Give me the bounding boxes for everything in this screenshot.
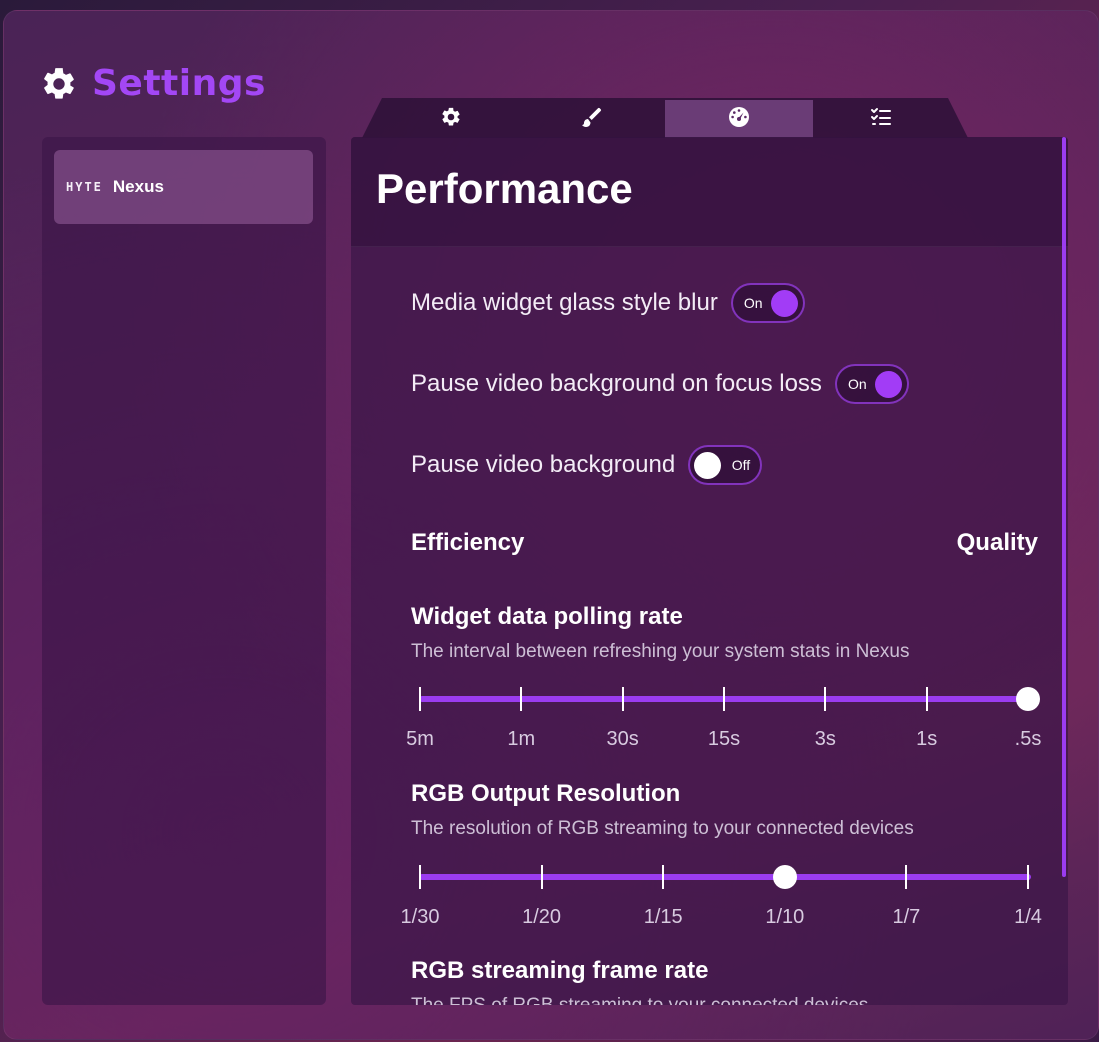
slider-tick-label: 1/4: [1014, 906, 1042, 928]
rgb-framerate-description: The FPS of RGB streaming to your connect…: [411, 995, 868, 1005]
panel-title: Performance: [376, 165, 633, 212]
slider-tick: [1027, 865, 1029, 889]
slider-tick: [621, 687, 624, 711]
toggle-row-pause-video: Pause video background Off: [411, 445, 763, 485]
slider-tick: [540, 865, 543, 889]
toggle-state: On: [743, 295, 763, 311]
slider-tick-label: 1/20: [522, 906, 562, 928]
scrollbar[interactable]: [1062, 137, 1066, 877]
toggle-row-pause-focus: Pause video background on focus loss On: [411, 364, 909, 404]
slider-tick: [723, 687, 725, 711]
hyte-logo: HYTE: [66, 180, 103, 194]
slider-tick-label: 1/15: [643, 906, 683, 928]
slider-track[interactable]: [419, 874, 1031, 880]
polling-rate-description: The interval between refreshing your sys…: [411, 641, 910, 662]
toggle-state: Off: [731, 457, 751, 473]
slider-tick-label: 1s: [916, 728, 938, 750]
checklist-icon: [869, 105, 893, 133]
slider-thumb[interactable]: [772, 865, 797, 889]
slider-tick-label: 1/7: [892, 906, 921, 928]
gear-icon: [440, 106, 462, 132]
tab-bar: [362, 98, 968, 138]
scale-label-quality: Quality: [956, 529, 1038, 556]
rgb-resolution-slider[interactable]: 1/30 1/20 1/15 1/10 1/7 1/4: [401, 863, 1042, 943]
gear-icon: [40, 65, 78, 103]
brush-icon: [579, 105, 603, 133]
performance-panel: Performance Media widget glass style blu…: [351, 137, 1068, 1005]
slider-tick-label: 3s: [814, 728, 836, 750]
toggle-state: On: [847, 376, 867, 392]
rgb-framerate-title: RGB streaming frame rate: [411, 957, 709, 984]
toggle-label: Pause video background on focus loss: [411, 370, 822, 397]
rgb-resolution-title: RGB Output Resolution: [411, 780, 681, 807]
slider-track[interactable]: [419, 696, 1031, 702]
slider-tick-label: 15s: [707, 728, 741, 750]
glass-blur-toggle[interactable]: On: [730, 283, 805, 323]
polling-rate-title: Widget data polling rate: [411, 603, 683, 630]
slider-tick-label: 30s: [606, 728, 639, 750]
toggle-knob: [694, 452, 722, 479]
pause-on-focus-loss-toggle[interactable]: On: [834, 364, 909, 404]
slider-tick: [662, 865, 665, 889]
slider-tick-label: 1/10: [765, 906, 805, 928]
slider-tick: [419, 865, 421, 889]
slider-tick-label: 5m: [406, 728, 434, 750]
toggle-row-glass-blur: Media widget glass style blur On: [411, 283, 805, 323]
rgb-resolution-description: The resolution of RGB streaming to your …: [411, 818, 914, 839]
slider-tick-label: 1/30: [400, 906, 440, 928]
settings-window: Settings HYTE Nexus Performance Media wi…: [3, 10, 1099, 1040]
slider-tick: [419, 687, 421, 711]
slider-tick: [905, 865, 908, 889]
panel-header: Performance: [351, 137, 1068, 247]
slider-tick: [824, 687, 827, 711]
toggle-label: Pause video background: [411, 451, 676, 478]
slider-tick-label: .5s: [1014, 728, 1042, 750]
slider-thumb[interactable]: [1016, 687, 1040, 711]
tab-checklist[interactable]: [817, 100, 945, 138]
slider-tick: [520, 687, 523, 711]
toggle-knob: [874, 371, 902, 398]
gauge-icon: [727, 105, 751, 133]
sidebar-item-label: Nexus: [112, 177, 164, 196]
polling-rate-slider[interactable]: 5m 1m 30s 15s 3s 1s .5s: [406, 685, 1041, 765]
sidebar: HYTE Nexus: [42, 137, 326, 1005]
sidebar-item-nexus[interactable]: HYTE Nexus: [54, 150, 313, 224]
tab-performance[interactable]: [665, 100, 813, 138]
tab-appearance[interactable]: [517, 100, 665, 138]
title-bar: Settings: [40, 63, 266, 104]
scale-label-efficiency: Efficiency: [411, 529, 525, 556]
tab-general[interactable]: [392, 100, 510, 138]
pause-video-toggle[interactable]: Off: [688, 445, 763, 485]
toggle-label: Media widget glass style blur: [411, 289, 718, 316]
slider-tick: [925, 687, 928, 711]
toggle-knob: [770, 290, 798, 317]
page-title: Settings: [92, 63, 266, 104]
slider-tick-label: 1m: [507, 728, 536, 750]
